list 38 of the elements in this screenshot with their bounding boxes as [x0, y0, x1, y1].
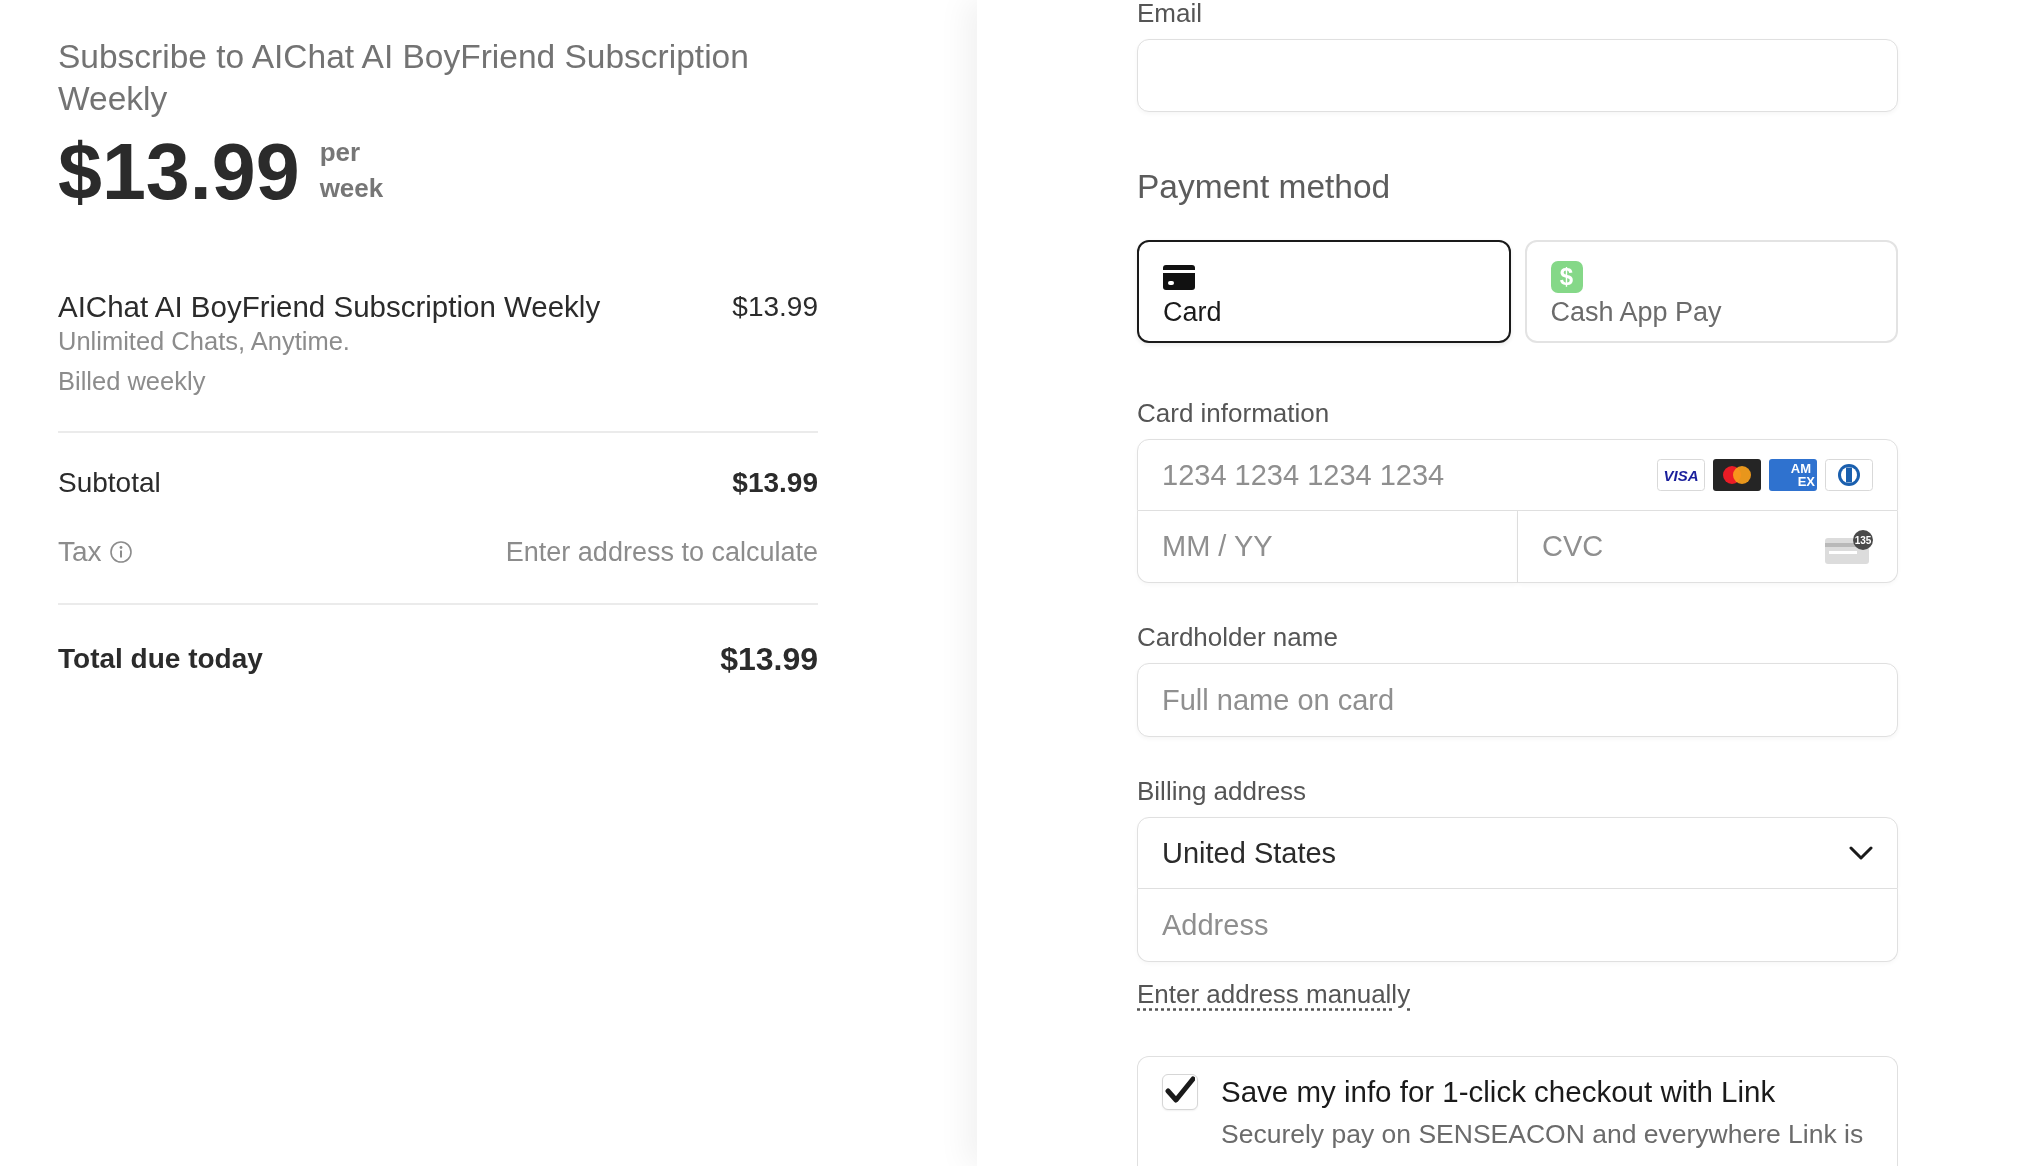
billing-period: per week	[319, 136, 384, 205]
cvc-field[interactable]: CVC 135	[1518, 511, 1898, 583]
email-field[interactable]	[1137, 39, 1898, 112]
cardholder-name-label: Cardholder name	[1137, 621, 1338, 653]
save-info-description: Securely pay on SENSEACON and everywhere Link is	[1221, 1118, 1864, 1150]
diners-club-logo	[1825, 459, 1873, 491]
price-amount: $13.99	[58, 132, 300, 211]
tax-note: Enter address to calculate	[505, 536, 818, 569]
save-info-label: Save my info for 1-click checkout with Link	[1221, 1074, 1777, 1110]
billing-address-label: Billing address	[1137, 775, 1307, 807]
total-amount: $13.99	[720, 641, 818, 677]
card-number-field[interactable]: 1234 1234 1234 1234 VISA AM EX	[1137, 439, 1898, 511]
card-information-label: Card information	[1137, 397, 1330, 429]
card-icon	[1163, 264, 1195, 290]
line-item-name: AIChat AI BoyFriend Subscription Weekly	[58, 289, 601, 325]
payment-method-heading: Payment method	[1137, 167, 1391, 207]
info-icon	[109, 541, 132, 563]
save-info-checkbox[interactable]	[1162, 1074, 1198, 1110]
tax-label: Tax	[58, 535, 102, 569]
mastercard-logo	[1713, 459, 1761, 491]
dollar-icon: $	[1550, 261, 1583, 293]
chevron-down-icon	[1849, 846, 1873, 860]
country-select[interactable]: United States	[1137, 817, 1898, 889]
amex-logo: AM EX	[1769, 459, 1817, 491]
email-label: Email	[1137, 0, 1202, 29]
visa-logo: VISA	[1657, 459, 1705, 491]
cardholder-name-field[interactable]: Full name on card	[1137, 663, 1898, 737]
order-title: Subscribe to AIChat AI BoyFriend Subscription Weekly	[58, 37, 750, 119]
billing-frequency: Billed weekly	[58, 366, 207, 397]
payment-option-tab[interactable]: $ Cash App Pay	[1524, 240, 1898, 343]
line-item-amount: $13.99	[732, 290, 818, 324]
enter-address-manually-link[interactable]: Enter address manually	[1137, 978, 1411, 1010]
subtotal-label: Subtotal	[58, 466, 161, 500]
checkmark-icon	[1165, 1076, 1195, 1106]
subtotal-amount: $13.99	[732, 466, 818, 500]
line-item-description: Unlimited Chats, Anytime.	[58, 326, 351, 357]
payment-option-tab[interactable]: Card	[1137, 240, 1511, 343]
total-label: Total due today	[58, 642, 263, 676]
